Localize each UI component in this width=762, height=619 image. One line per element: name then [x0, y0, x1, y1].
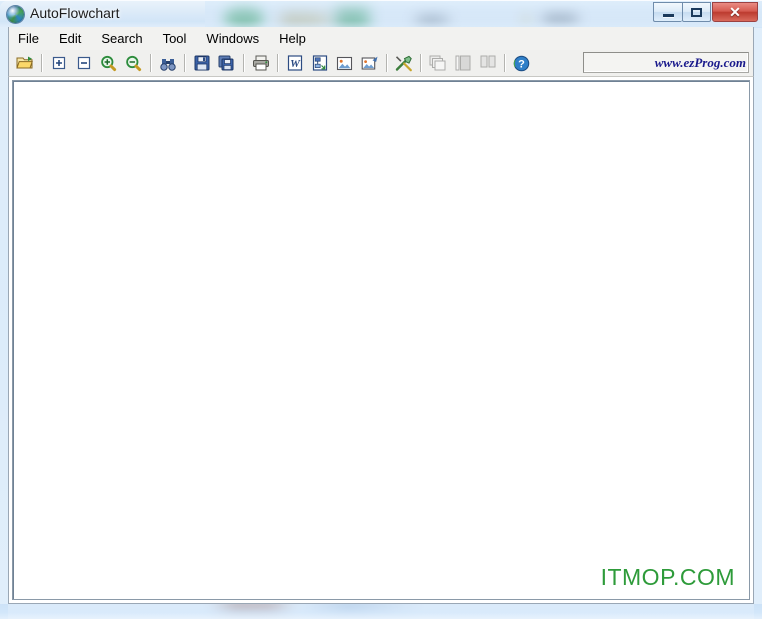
export-word-icon: W	[287, 55, 303, 71]
maximize-icon	[691, 8, 702, 17]
window-frame-left	[0, 27, 8, 619]
menu-edit[interactable]: Edit	[50, 29, 90, 48]
export-image-button[interactable]	[333, 52, 356, 74]
toolbar: W	[8, 50, 754, 77]
collapse-all-button[interactable]	[72, 52, 95, 74]
open-folder-button[interactable]	[13, 52, 36, 74]
help-question-icon: ?	[513, 55, 530, 72]
window-controls: ✕	[653, 2, 758, 22]
export-image-send-button[interactable]	[358, 52, 381, 74]
save-button[interactable]	[190, 52, 213, 74]
svg-text:?: ?	[518, 58, 525, 70]
menu-file[interactable]: File	[9, 29, 48, 48]
tile-vertical-icon	[480, 55, 496, 71]
zoom-out-button[interactable]	[122, 52, 145, 74]
zoom-in-button[interactable]	[97, 52, 120, 74]
menu-help[interactable]: Help	[270, 29, 315, 48]
toolbar-separator	[41, 54, 42, 72]
toolbar-separator	[504, 54, 505, 72]
website-url-label: www.ezProg.com	[655, 55, 746, 71]
mdi-client-area[interactable]: ITMOP.COM	[8, 77, 754, 604]
toolbar-separator	[150, 54, 151, 72]
toolbar-separator	[420, 54, 421, 72]
minimize-icon	[663, 14, 674, 17]
toolbar-separator	[184, 54, 185, 72]
minimize-button[interactable]	[653, 2, 682, 22]
find-binoculars-icon	[159, 56, 177, 71]
export-image-icon	[336, 56, 353, 71]
menu-windows[interactable]: Windows	[197, 29, 268, 48]
tools-wrench-icon	[395, 55, 413, 72]
menu-search[interactable]: Search	[92, 29, 151, 48]
collapse-all-icon	[77, 56, 91, 70]
tools-button[interactable]	[392, 52, 415, 74]
find-button[interactable]	[156, 52, 179, 74]
website-url-panel: www.ezProg.com	[583, 52, 749, 73]
tile-horizontal-icon	[455, 55, 471, 71]
mdi-client-surface[interactable]: ITMOP.COM	[12, 80, 750, 600]
print-button[interactable]	[249, 52, 272, 74]
svg-text:W: W	[290, 58, 301, 70]
tile-vertical-button[interactable]	[476, 52, 499, 74]
menu-bar: File Edit Search Tool Windows Help	[8, 27, 754, 50]
open-folder-icon	[16, 55, 34, 71]
menu-tool[interactable]: Tool	[154, 29, 196, 48]
close-icon: ✕	[729, 5, 741, 19]
toolbar-separator	[386, 54, 387, 72]
save-as-icon	[218, 55, 235, 71]
watermark-label: ITMOP.COM	[601, 564, 735, 591]
close-button[interactable]: ✕	[712, 2, 758, 22]
toolbar-separator	[243, 54, 244, 72]
cascade-windows-icon	[429, 55, 446, 71]
save-icon	[194, 55, 210, 71]
help-button[interactable]: ?	[510, 52, 533, 74]
export-visio-button[interactable]	[308, 52, 331, 74]
window-frame-bottom	[0, 604, 762, 619]
cascade-windows-button[interactable]	[426, 52, 449, 74]
export-visio-icon	[312, 55, 328, 71]
expand-all-icon	[52, 56, 66, 70]
print-icon	[252, 55, 270, 71]
title-bar[interactable]: AutoFlowchart ✕	[0, 0, 762, 28]
save-as-button[interactable]	[215, 52, 238, 74]
zoom-in-icon	[100, 55, 117, 72]
tile-horizontal-button[interactable]	[451, 52, 474, 74]
export-word-button[interactable]: W	[283, 52, 306, 74]
window-title: AutoFlowchart	[30, 5, 119, 21]
maximize-button[interactable]	[682, 2, 711, 22]
globe-icon[interactable]	[7, 6, 24, 23]
toolbar-separator	[277, 54, 278, 72]
expand-all-button[interactable]	[47, 52, 70, 74]
zoom-out-icon	[125, 55, 142, 72]
window-frame-right	[754, 27, 762, 619]
export-image-send-icon	[361, 55, 379, 71]
application-window: AutoFlowchart ✕ File Edit Search Tool Wi…	[0, 0, 762, 619]
